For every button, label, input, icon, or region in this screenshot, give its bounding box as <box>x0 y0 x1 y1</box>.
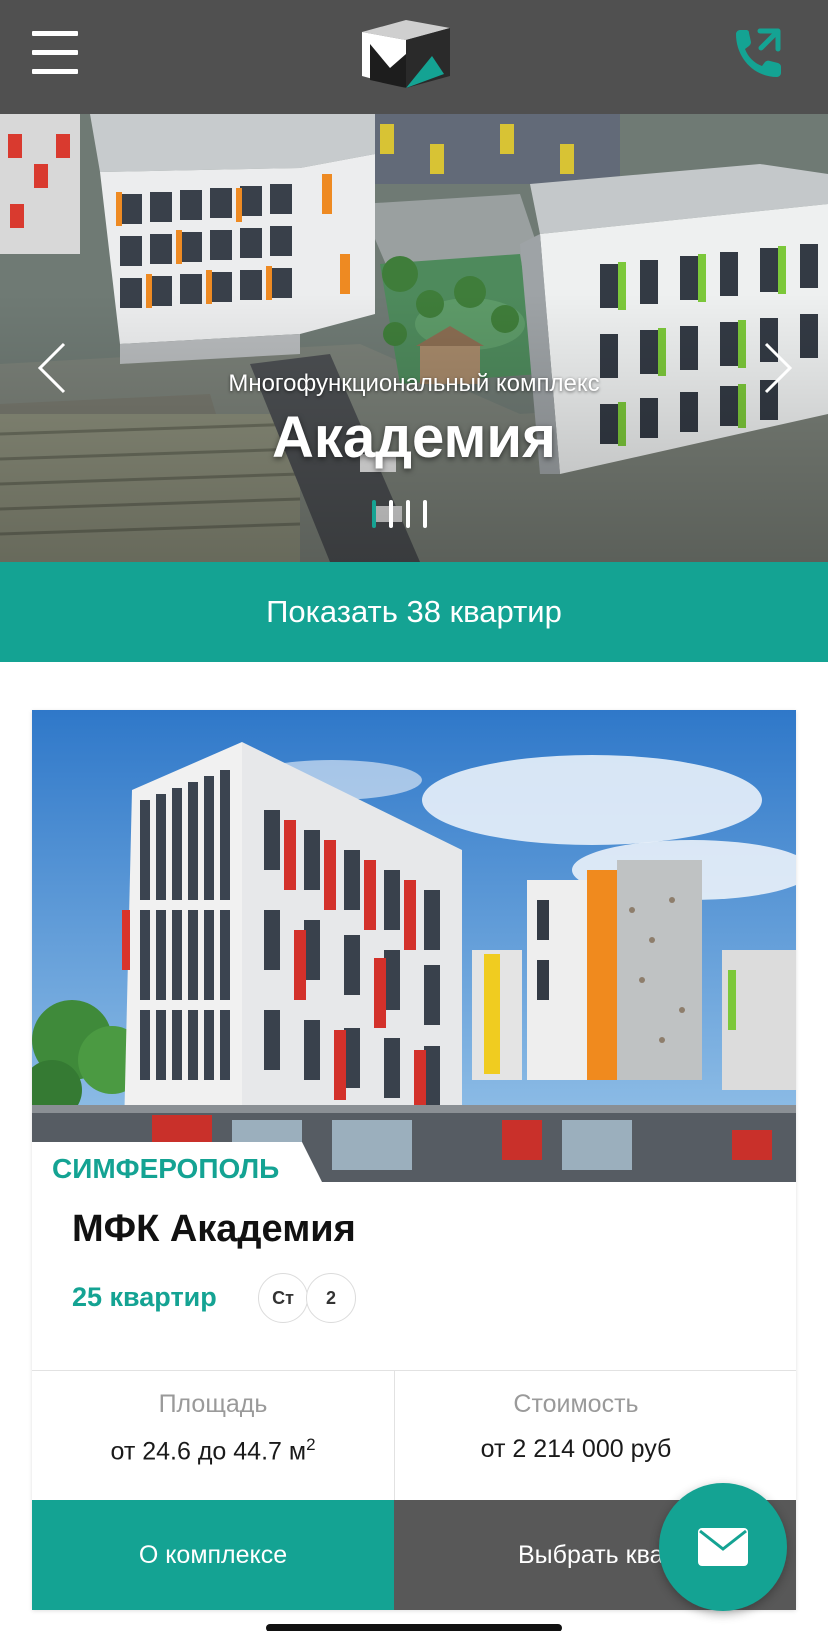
slider-dot[interactable] <box>406 500 410 528</box>
room-type-chip[interactable]: Ст <box>258 1273 308 1323</box>
mail-button[interactable] <box>659 1483 787 1611</box>
about-complex-button[interactable]: О комплексе <box>32 1500 394 1610</box>
complex-image[interactable]: СИМФЕРОПОЛЬ <box>32 710 796 1182</box>
top-header <box>0 0 828 114</box>
complex-card: СИМФЕРОПОЛЬ МФК Академия 25 квартир Ст 2… <box>32 710 796 1610</box>
price-label: Стоимость <box>513 1390 639 1418</box>
slider-pagination <box>372 500 427 534</box>
slider-dot[interactable] <box>372 500 376 528</box>
divider <box>32 1370 796 1371</box>
area-value: от 24.6 до 44.7 м2 <box>110 1435 316 1466</box>
price-stat: Стоимость от 2 214 000 руб <box>395 1390 757 1464</box>
apartments-count[interactable]: 25 квартир <box>72 1282 217 1313</box>
area-label: Площадь <box>158 1390 268 1418</box>
mail-icon <box>698 1528 748 1566</box>
area-stat: Площадь от 24.6 до 44.7 м2 <box>32 1390 394 1466</box>
slider-dot[interactable] <box>423 500 427 528</box>
home-indicator <box>266 1624 562 1631</box>
hero-title: Академия <box>272 405 556 470</box>
complex-title: МФК Академия <box>72 1208 356 1250</box>
hero-subtitle: Многофункциональный комплекс <box>228 370 600 397</box>
show-apartments-button[interactable]: Показать 38 квартир <box>0 562 828 662</box>
slider-dot[interactable] <box>389 500 393 528</box>
svg-text:СИМФЕРОПОЛЬ: СИМФЕРОПОЛЬ <box>52 1153 279 1182</box>
hero-slider[interactable]: Многофункциональный комплекс Академия <box>0 114 828 562</box>
brand-logo[interactable] <box>360 18 452 90</box>
hamburger-icon[interactable] <box>32 31 78 75</box>
hero-overlay <box>0 114 828 562</box>
room-type-chip[interactable]: 2 <box>306 1273 356 1323</box>
price-value: от 2 214 000 руб <box>480 1435 672 1463</box>
phone-icon[interactable] <box>730 26 786 80</box>
room-types: Ст 2 <box>258 1273 356 1323</box>
